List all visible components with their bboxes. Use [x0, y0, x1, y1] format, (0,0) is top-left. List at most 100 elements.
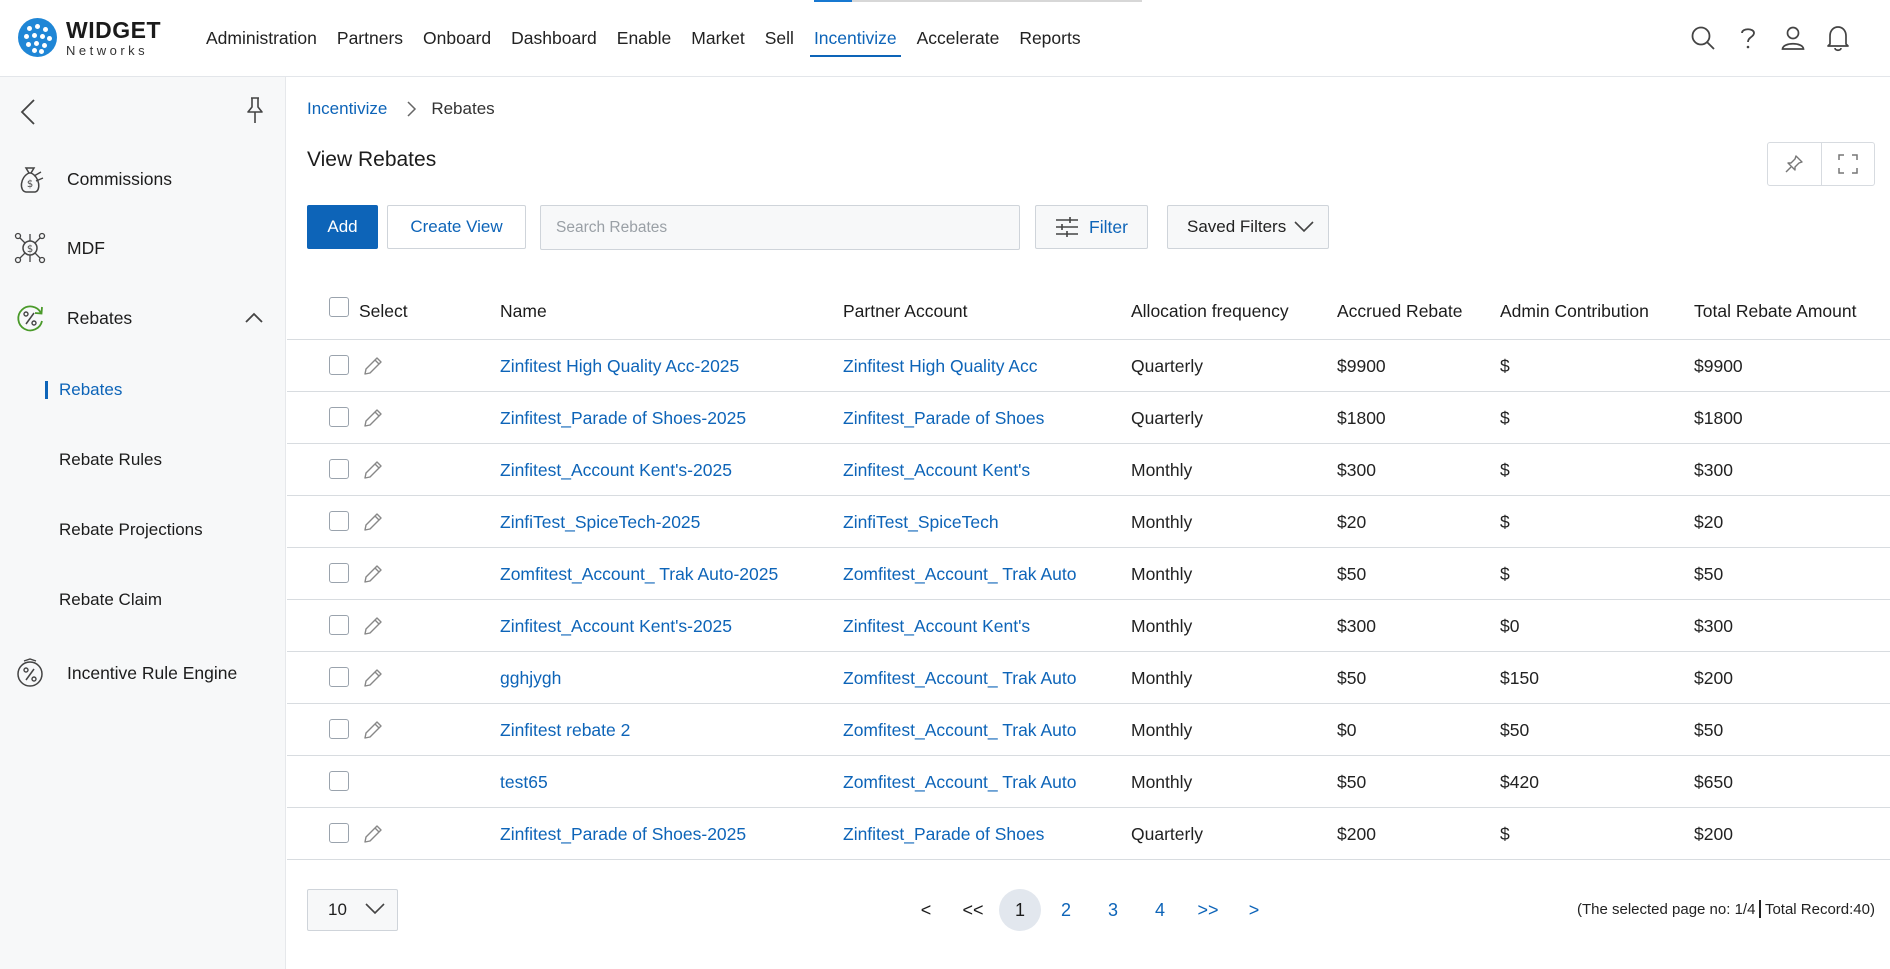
- rebate-name-link[interactable]: Zinfitest rebate 2: [500, 704, 630, 756]
- row-checkbox[interactable]: [329, 355, 349, 375]
- sidebar-sub-rebate-rules[interactable]: Rebate Rules: [0, 440, 286, 480]
- sidebar-item-commissions[interactable]: $ Commissions: [0, 156, 286, 202]
- rebate-name-link[interactable]: gghjygh: [500, 652, 561, 704]
- admin-contribution: $: [1500, 459, 1510, 480]
- sidebar-item-rebates[interactable]: Rebates: [0, 295, 286, 341]
- partner-account-link[interactable]: Zinfitest_Account Kent's: [843, 444, 1030, 496]
- partner-account-link[interactable]: Zinfitest_Parade of Shoes: [843, 808, 1044, 860]
- saved-filters-dropdown[interactable]: Saved Filters: [1167, 205, 1329, 249]
- rebate-name-link[interactable]: Zomfitest_Account_ Trak Auto-2025: [500, 548, 778, 600]
- brand-logo[interactable]: WIDGET Networks: [18, 18, 161, 57]
- column-header-accrued-rebate[interactable]: Accrued Rebate: [1337, 283, 1463, 340]
- nav-sell[interactable]: Sell: [765, 0, 794, 77]
- partner-account-link[interactable]: Zomfitest_Account_ Trak Auto: [843, 548, 1076, 600]
- fullscreen-icon[interactable]: [1820, 143, 1875, 185]
- sidebar-sub-rebate-projections[interactable]: Rebate Projections: [0, 510, 286, 550]
- rebate-name-link[interactable]: test65: [500, 756, 548, 808]
- edit-pencil-icon[interactable]: [362, 563, 384, 585]
- pagination-page-3[interactable]: 3: [1103, 889, 1123, 931]
- nav-market[interactable]: Market: [691, 0, 744, 77]
- sidebar-item-incentive-rule-engine[interactable]: Incentive Rule Engine: [0, 650, 286, 696]
- sidebar-collapse-icon[interactable]: [18, 97, 40, 127]
- create-view-button[interactable]: Create View: [387, 205, 526, 249]
- filter-button[interactable]: Filter: [1035, 205, 1148, 249]
- row-checkbox[interactable]: [329, 511, 349, 531]
- rebate-name-link[interactable]: Zinfitest_Parade of Shoes-2025: [500, 808, 746, 860]
- rebate-name-link[interactable]: ZinfiTest_SpiceTech-2025: [500, 496, 700, 548]
- edit-pencil-icon[interactable]: [362, 667, 384, 689]
- edit-pencil-icon[interactable]: [362, 511, 384, 533]
- sidebar-item-label: Incentive Rule Engine: [67, 662, 238, 683]
- edit-pencil-icon[interactable]: [362, 719, 384, 741]
- nav-dashboard[interactable]: Dashboard: [511, 0, 597, 77]
- pagination-page-4[interactable]: 4: [1150, 889, 1170, 931]
- user-icon[interactable]: [1778, 20, 1808, 56]
- rebate-name-link[interactable]: Zinfitest_Account Kent's-2025: [500, 444, 732, 496]
- sidebar-pin-icon[interactable]: [244, 95, 266, 125]
- table-row[interactable]: Zomfitest_Account_ Trak Auto-2025 Zomfite…: [287, 548, 1890, 600]
- row-checkbox[interactable]: [329, 771, 349, 791]
- column-header-partner-account[interactable]: Partner Account: [843, 283, 968, 340]
- row-checkbox[interactable]: [329, 823, 349, 843]
- nav-partners[interactable]: Partners: [337, 0, 403, 77]
- column-header-admin-contribution[interactable]: Admin Contribution: [1500, 283, 1649, 340]
- partner-account-link[interactable]: Zinfitest_Account Kent's: [843, 600, 1030, 652]
- nav-accelerate[interactable]: Accelerate: [917, 0, 1000, 77]
- table-row[interactable]: Zinfitest_Parade of Shoes-2025 Zinfitest_…: [287, 392, 1890, 444]
- row-checkbox[interactable]: [329, 563, 349, 583]
- rebate-name-link[interactable]: Zinfitest_Account Kent's-2025: [500, 600, 732, 652]
- column-header-allocation-frequency[interactable]: Allocation frequency: [1131, 283, 1289, 340]
- table-row[interactable]: Zinfitest rebate 2 Zomfitest_Account_ Tra…: [287, 704, 1890, 756]
- pagination-last[interactable]: >>: [1193, 889, 1223, 931]
- pagination-page-1[interactable]: 1: [999, 889, 1041, 931]
- nav-administration[interactable]: Administration: [206, 0, 317, 77]
- rebate-name-link[interactable]: Zinfitest High Quality Acc-2025: [500, 340, 739, 392]
- table-row[interactable]: Zinfitest_Account Kent's-2025 Zinfitest_A…: [287, 600, 1890, 652]
- bell-icon[interactable]: [1823, 20, 1853, 56]
- pagination-prev[interactable]: <: [916, 889, 936, 931]
- partner-account-link[interactable]: Zomfitest_Account_ Trak Auto: [843, 704, 1076, 756]
- row-checkbox[interactable]: [329, 459, 349, 479]
- table-row[interactable]: Zinfitest_Account Kent's-2025 Zinfitest_A…: [287, 444, 1890, 496]
- table-row[interactable]: Zinfitest High Quality Acc-2025 Zinfitest…: [287, 340, 1890, 392]
- edit-pencil-icon[interactable]: [362, 615, 384, 637]
- chevron-up-icon[interactable]: [243, 307, 265, 329]
- search-input[interactable]: [540, 205, 1020, 250]
- sidebar-sub-rebate-claim[interactable]: Rebate Claim: [0, 580, 286, 620]
- partner-account-link[interactable]: Zinfitest High Quality Acc: [843, 340, 1038, 392]
- edit-pencil-icon[interactable]: [362, 407, 384, 429]
- add-button[interactable]: Add: [307, 205, 378, 249]
- nav-enable[interactable]: Enable: [617, 0, 672, 77]
- search-icon[interactable]: [1688, 20, 1718, 56]
- column-header-total-rebate-amount[interactable]: Total Rebate Amount: [1694, 283, 1856, 340]
- breadcrumb-parent[interactable]: Incentivize: [307, 99, 387, 119]
- partner-account-link[interactable]: Zomfitest_Account_ Trak Auto: [843, 652, 1076, 704]
- nav-incentivize[interactable]: Incentivize: [809, 0, 901, 77]
- table-row[interactable]: ZinfiTest_SpiceTech-2025 ZinfiTest_SpiceT…: [287, 496, 1890, 548]
- column-header-name[interactable]: Name: [500, 283, 547, 340]
- edit-pencil-icon[interactable]: [362, 355, 384, 377]
- nav-onboard[interactable]: Onboard: [423, 0, 491, 77]
- partner-account-link[interactable]: Zomfitest_Account_ Trak Auto: [843, 756, 1076, 808]
- rebate-name-link[interactable]: Zinfitest_Parade of Shoes-2025: [500, 392, 746, 444]
- table-row[interactable]: gghjygh Zomfitest_Account_ Trak Auto Month…: [287, 652, 1890, 704]
- select-all-checkbox[interactable]: [329, 297, 349, 317]
- edit-pencil-icon[interactable]: [362, 459, 384, 481]
- table-row[interactable]: Zinfitest_Parade of Shoes-2025 Zinfitest_…: [287, 808, 1890, 860]
- row-checkbox[interactable]: [329, 407, 349, 427]
- table-row[interactable]: test65 Zomfitest_Account_ Trak Auto Monthl…: [287, 756, 1890, 808]
- pagination-first[interactable]: <<: [958, 889, 988, 931]
- pagination-page-2[interactable]: 2: [1056, 889, 1076, 931]
- sidebar-sub-rebates[interactable]: Rebates: [0, 370, 286, 410]
- row-checkbox[interactable]: [329, 667, 349, 687]
- partner-account-link[interactable]: Zinfitest_Parade of Shoes: [843, 392, 1044, 444]
- help-icon[interactable]: [1733, 20, 1763, 56]
- partner-account-link[interactable]: ZinfiTest_SpiceTech: [843, 496, 999, 548]
- edit-pencil-icon[interactable]: [362, 823, 384, 845]
- pin-view-icon[interactable]: [1768, 143, 1821, 185]
- sidebar-item-mdf[interactable]: $ MDF: [0, 225, 286, 271]
- nav-reports[interactable]: Reports: [1019, 0, 1080, 77]
- row-checkbox[interactable]: [329, 719, 349, 739]
- pagination-next[interactable]: >: [1244, 889, 1264, 931]
- row-checkbox[interactable]: [329, 615, 349, 635]
